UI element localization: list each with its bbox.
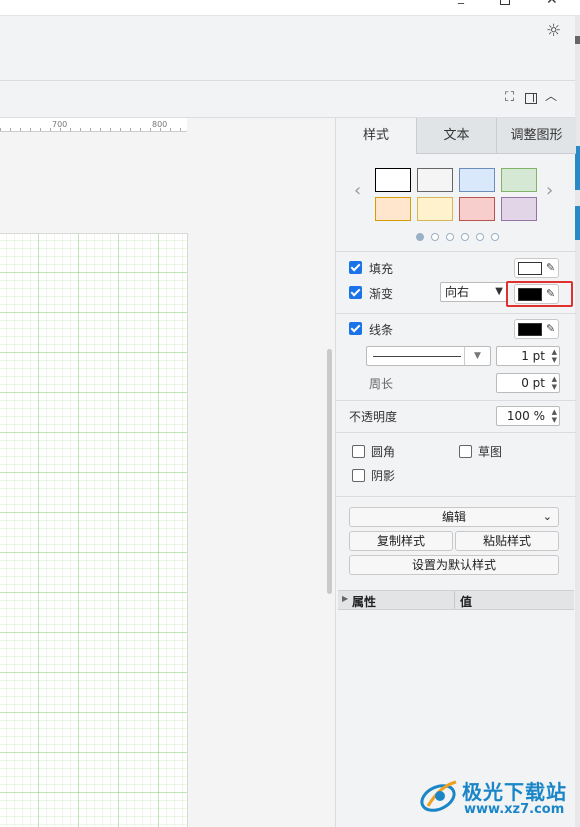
style-page-dot[interactable]	[431, 233, 439, 241]
fill-checkbox[interactable]	[349, 261, 362, 274]
style-page-dot[interactable]	[416, 233, 424, 241]
secondary-toolbar: ⛶ ︿	[0, 81, 575, 118]
expand-arrow-icon[interactable]: ▶	[342, 594, 348, 603]
opacity-label: 不透明度	[349, 410, 398, 424]
chevron-down-icon: ▼	[495, 286, 503, 297]
property-value-header: 值	[460, 595, 473, 609]
sketch-checkbox[interactable]	[459, 445, 472, 458]
divider	[336, 313, 576, 314]
stepper-arrows-icon[interactable]: ▲ ▼	[552, 408, 557, 424]
close-button[interactable]: ✕	[546, 0, 558, 8]
fill-color-chip	[518, 262, 542, 275]
opacity-value: 100 %	[506, 409, 545, 423]
panel-toggle-icon[interactable]	[525, 93, 537, 104]
fill-color-button[interactable]: ✎	[514, 258, 559, 278]
tab-style[interactable]: 样式	[336, 118, 416, 154]
format-panel: 样式 文本 调整图形 ‹ › 填充 ✎ 渐变 向右 ▼ ✎ 线条 ✎ ▼ 1 p…	[335, 118, 576, 827]
style-swatch[interactable]	[459, 168, 495, 192]
rounded-checkbox[interactable]	[352, 445, 365, 458]
line-color-chip	[518, 323, 542, 336]
highlight-box	[506, 281, 573, 307]
sketch-label: 草图	[478, 445, 503, 459]
gradient-direction-value: 向右	[445, 285, 470, 299]
divider	[336, 496, 576, 497]
chevron-left-icon[interactable]: ‹	[354, 180, 361, 201]
divider	[336, 400, 576, 401]
tab-text[interactable]: 文本	[416, 118, 496, 154]
edit-style-button[interactable]: 编辑 ⌄	[349, 507, 559, 527]
format-tabs: 样式 文本 调整图形	[336, 118, 576, 154]
gradient-checkbox[interactable]	[349, 286, 362, 299]
line-width-stepper[interactable]: 1 pt ▲ ▼	[496, 346, 560, 366]
properties-table-header[interactable]: ▶ 属性 值	[338, 590, 574, 610]
style-page-dot[interactable]	[461, 233, 469, 241]
line-label: 线条	[369, 323, 394, 337]
opacity-stepper[interactable]: 100 % ▲ ▼	[496, 406, 560, 426]
main-toolbar: ☼	[0, 16, 575, 81]
watermark-logo	[420, 780, 457, 812]
site-watermark: 极光下载站 www.xz7.com	[418, 772, 576, 822]
property-name-header: 属性	[352, 595, 377, 609]
canvas-page-grid[interactable]	[0, 233, 188, 827]
perimeter-value: 0 pt	[521, 376, 545, 390]
diagram-canvas[interactable]: 700 800	[0, 118, 335, 827]
paste-style-button[interactable]: 粘贴样式	[455, 531, 559, 551]
style-page-dot[interactable]	[476, 233, 484, 241]
eyedropper-icon[interactable]: ✎	[546, 321, 555, 337]
style-swatch[interactable]	[417, 197, 453, 221]
copy-style-button[interactable]: 复制样式	[349, 531, 453, 551]
style-swatch[interactable]	[417, 168, 453, 192]
stepper-arrows-icon[interactable]: ▲ ▼	[552, 375, 557, 391]
shadow-label: 阴影	[371, 469, 396, 483]
edit-style-label: 编辑	[441, 510, 466, 524]
chevron-down-icon: ⌄	[542, 510, 552, 523]
fill-label: 填充	[369, 262, 394, 276]
sun-icon[interactable]: ☼	[546, 21, 561, 41]
tab-arrange[interactable]: 调整图形	[496, 118, 576, 154]
style-swatch[interactable]	[375, 168, 411, 192]
line-pattern-select[interactable]: ▼	[366, 346, 491, 366]
line-color-button[interactable]: ✎	[514, 319, 559, 339]
chevron-down-icon: ▼	[464, 347, 490, 365]
watermark-url: www.xz7.com	[464, 802, 565, 817]
title-bar: _ ✕	[0, 0, 580, 16]
eyedropper-icon[interactable]: ✎	[546, 260, 555, 276]
minimize-button[interactable]: _	[458, 0, 464, 4]
gradient-label: 渐变	[369, 287, 394, 301]
chevron-up-icon[interactable]: ︿	[545, 89, 557, 103]
column-divider	[454, 591, 455, 609]
perimeter-label: 周长	[369, 377, 394, 391]
style-swatch[interactable]	[375, 197, 411, 221]
divider	[336, 432, 576, 433]
style-page-dot[interactable]	[446, 233, 454, 241]
ruler-label: 800	[152, 120, 168, 129]
set-default-style-button[interactable]: 设置为默认样式	[349, 555, 559, 575]
horizontal-ruler: 700 800	[0, 118, 187, 132]
perimeter-stepper[interactable]: 0 pt ▲ ▼	[496, 373, 560, 393]
watermark-text: 极光下载站	[462, 780, 567, 804]
rounded-label: 圆角	[371, 445, 396, 459]
line-width-value: 1 pt	[521, 349, 545, 363]
gradient-direction-select[interactable]: 向右 ▼	[440, 282, 508, 302]
style-swatch[interactable]	[501, 197, 537, 221]
line-checkbox[interactable]	[349, 322, 362, 335]
fullscreen-icon[interactable]: ⛶	[505, 91, 514, 105]
chevron-right-icon[interactable]: ›	[546, 180, 553, 201]
line-pattern-sample	[373, 356, 461, 357]
maximize-button[interactable]	[500, 0, 510, 5]
stepper-arrows-icon[interactable]: ▲ ▼	[552, 348, 557, 364]
ruler-label: 700	[52, 120, 68, 129]
shadow-checkbox[interactable]	[352, 469, 365, 482]
vertical-scrollbar[interactable]	[327, 349, 332, 594]
style-page-dot[interactable]	[491, 233, 499, 241]
style-swatch[interactable]	[501, 168, 537, 192]
divider	[336, 251, 576, 252]
style-swatch[interactable]	[459, 197, 495, 221]
